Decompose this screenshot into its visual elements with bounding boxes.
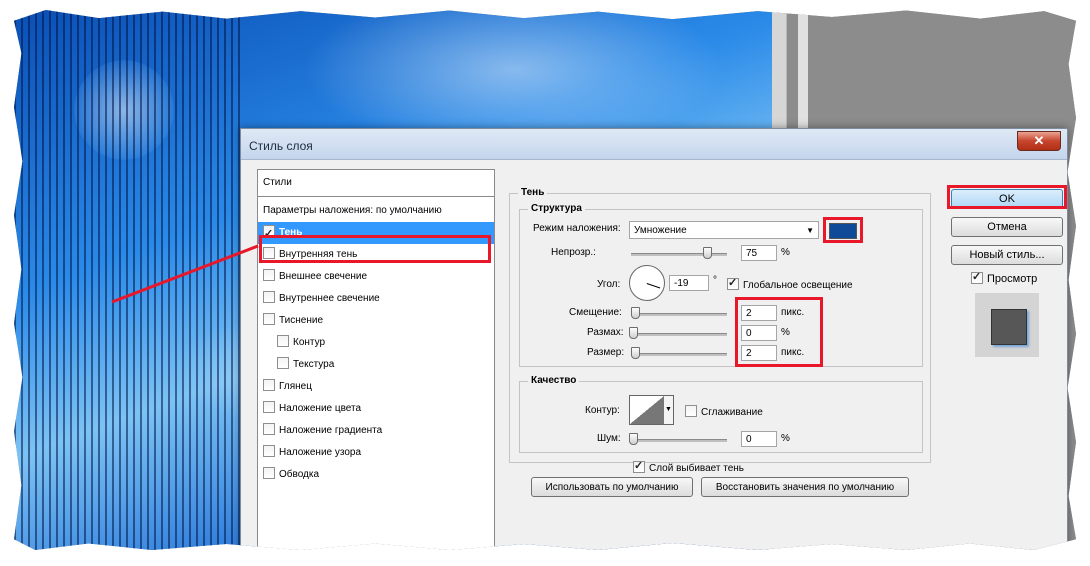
style-item-label: Наложение цвета: [279, 403, 362, 414]
style-item-7[interactable]: Глянец: [258, 376, 494, 398]
reset-default-button[interactable]: Восстановить значения по умолчанию: [701, 477, 909, 497]
style-item-label: Внешнее свечение: [279, 271, 368, 282]
style-item-11[interactable]: Обводка: [258, 464, 494, 486]
style-item-10[interactable]: Наложение узора: [258, 442, 494, 464]
close-icon: ✕: [1033, 133, 1045, 148]
offset-slider-track[interactable]: [631, 313, 727, 316]
noise-slider-thumb[interactable]: [629, 433, 638, 445]
knockout-checkbox[interactable]: Слой выбивает тень: [633, 459, 745, 474]
angle-unit: °: [713, 275, 717, 286]
style-item-3[interactable]: Внутреннее свечение: [258, 288, 494, 310]
style-item-checkbox[interactable]: [263, 401, 275, 413]
opacity-slider-thumb[interactable]: [703, 247, 712, 259]
style-item-label: Обводка: [279, 469, 320, 480]
contour-label: Контур:: [585, 405, 620, 416]
style-item-checkbox[interactable]: [277, 357, 289, 369]
style-item-label: Наложение градиента: [279, 425, 383, 436]
antialias-check[interactable]: [685, 405, 697, 417]
preview-square: [991, 309, 1027, 345]
style-item-checkbox[interactable]: [263, 291, 275, 303]
style-item-checkbox[interactable]: [263, 269, 275, 281]
structure-title: Структура: [528, 203, 585, 214]
global-light-checkbox[interactable]: Глобальное освещение: [727, 276, 853, 291]
make-default-button[interactable]: Использовать по умолчанию: [531, 477, 693, 497]
style-item-checkbox[interactable]: [263, 467, 275, 479]
highlight-shadow-item: [259, 235, 491, 263]
style-item-9[interactable]: Наложение градиента: [258, 420, 494, 442]
contour-picker[interactable]: [629, 395, 665, 425]
antialias-label: Сглаживание: [701, 407, 763, 418]
highlight-offset-spread-size: [735, 297, 823, 367]
global-light-check[interactable]: [727, 276, 739, 290]
preview-check[interactable]: [971, 270, 983, 284]
blend-mode-value: Умножение: [634, 225, 687, 236]
styles-list-header: Стили: [258, 170, 494, 197]
close-button[interactable]: ✕: [1017, 131, 1061, 151]
style-item-checkbox[interactable]: [263, 423, 275, 435]
style-preview-thumbnail: [975, 293, 1039, 357]
chevron-down-icon: ▼: [806, 226, 814, 235]
contour-dropdown-arrow[interactable]: ▼: [664, 395, 674, 425]
dialog-titlebar: Стиль слоя ✕: [241, 129, 1067, 160]
size-label: Размер:: [587, 347, 625, 358]
drop-shadow-title: Тень: [518, 187, 548, 198]
panel-edge-2: [798, 10, 808, 130]
blend-mode-dropdown[interactable]: Умножение ▼: [629, 221, 819, 239]
canvas-stripes: [14, 10, 240, 550]
cancel-button[interactable]: Отмена: [951, 217, 1063, 237]
knockout-check[interactable]: [633, 459, 645, 473]
style-item-2[interactable]: Внешнее свечение: [258, 266, 494, 288]
style-item-label: Наложение узора: [279, 447, 362, 458]
noise-unit: %: [781, 433, 790, 444]
style-item-label: Контур: [293, 337, 326, 348]
style-item-label: Внутреннее свечение: [279, 293, 380, 304]
global-light-label: Глобальное освещение: [743, 280, 853, 291]
opacity-input[interactable]: 75: [741, 245, 777, 261]
noise-input[interactable]: 0: [741, 431, 777, 447]
layer-style-dialog: Стиль слоя ✕ Стили Параметры наложения: …: [240, 128, 1068, 550]
panel-edge: [772, 10, 787, 130]
size-slider-track[interactable]: [631, 353, 727, 356]
style-item-checkbox[interactable]: [263, 445, 275, 457]
angle-needle: [646, 283, 661, 289]
blending-options-item[interactable]: Параметры наложения: по умолчанию: [258, 200, 494, 222]
preview-checkbox[interactable]: Просмотр: [971, 270, 1038, 285]
angle-label: Угол:: [597, 279, 621, 290]
knockout-label: Слой выбивает тень: [649, 463, 745, 474]
highlight-shadow-color: [823, 217, 863, 243]
style-item-6[interactable]: Текстура: [258, 354, 494, 376]
offset-slider-thumb[interactable]: [631, 307, 640, 319]
noise-slider-track[interactable]: [631, 439, 727, 442]
style-item-checkbox[interactable]: [277, 335, 289, 347]
offset-label: Смещение:: [569, 307, 622, 318]
styles-list: Стили Параметры наложения: по умолчанию …: [257, 169, 495, 550]
screenshot-frame: Стиль слоя ✕ Стили Параметры наложения: …: [14, 10, 1076, 550]
spread-label: Размах:: [587, 327, 624, 338]
dialog-title: Стиль слоя: [249, 139, 313, 153]
opacity-slider-track[interactable]: [631, 253, 727, 256]
quality-title: Качество: [528, 375, 580, 386]
style-item-label: Тиснение: [279, 315, 324, 326]
size-slider-thumb[interactable]: [631, 347, 640, 359]
new-style-button[interactable]: Новый стиль...: [951, 245, 1063, 265]
preview-label: Просмотр: [987, 273, 1038, 285]
opacity-label: Непрозр.:: [551, 247, 596, 258]
style-item-8[interactable]: Наложение цвета: [258, 398, 494, 420]
style-item-5[interactable]: Контур: [258, 332, 494, 354]
antialias-checkbox[interactable]: Сглаживание: [685, 405, 763, 418]
style-item-label: Глянец: [279, 381, 312, 392]
blend-mode-label: Режим наложения:: [533, 223, 621, 234]
highlight-ok-button: [947, 185, 1067, 209]
style-item-label: Текстура: [293, 359, 335, 370]
style-item-4[interactable]: Тиснение: [258, 310, 494, 332]
style-item-checkbox[interactable]: [263, 313, 275, 325]
style-item-checkbox[interactable]: [263, 379, 275, 391]
noise-label: Шум:: [597, 433, 621, 444]
spread-slider-thumb[interactable]: [629, 327, 638, 339]
spread-slider-track[interactable]: [631, 333, 727, 336]
angle-dial[interactable]: [629, 265, 665, 301]
opacity-unit: %: [781, 247, 790, 258]
angle-input[interactable]: -19: [669, 275, 709, 291]
